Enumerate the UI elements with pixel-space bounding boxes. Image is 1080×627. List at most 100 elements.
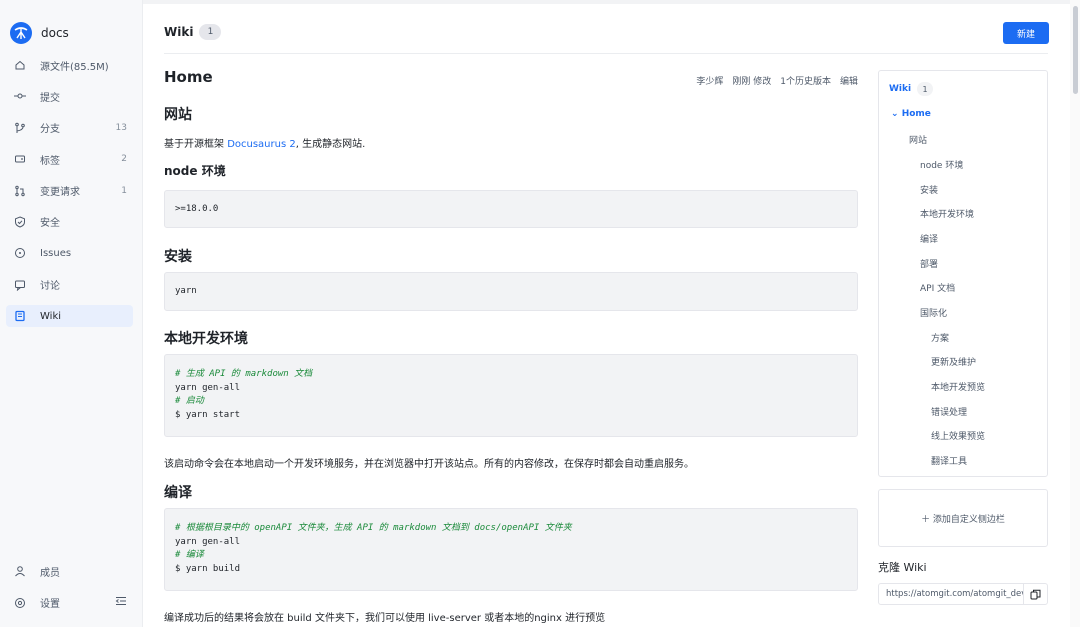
paragraph-local-dev: 该启动命令会在本地启动一个开发环境服务，并在浏览器中打开该站点。所有的内容修改，… [164,459,694,470]
toc-item[interactable]: 本地开发环境 [920,207,974,220]
sidebar-item-count: 13 [115,122,127,133]
repo-header[interactable]: docs [10,22,69,44]
doc-edited-time: 刚刚 修改 [732,77,772,87]
sidebar-item-label: 标签 [40,155,60,167]
sidebar-item-merge-requests[interactable]: 变更请求 1 [6,180,133,202]
paragraph-site-prefix: 基于开源框架 [164,139,224,150]
toc-item[interactable]: 网站 [909,133,927,146]
sidebar-item-source[interactable]: 源文件(85.5M) [6,54,133,76]
sidebar-item-count: 2 [121,154,127,165]
toc-item[interactable]: 本地开发预览 [931,380,985,393]
code-line: >=18.0.0 [175,204,219,214]
main-content: Wiki 1 新建 Home 李少辉 刚刚 修改 1个历史版本 编辑 网站 基于… [143,0,1070,627]
sidebar-nav: 源文件(85.5M) 提交 分支 13 标签 2 变更请求 1 安全 Issue… [6,54,133,337]
toc-item[interactable]: API 文档 [920,281,955,294]
sidebar-item-security[interactable]: 安全 [6,211,133,233]
heading-install: 安装 [164,249,192,265]
discussion-icon [14,279,26,291]
heading-node: node 环境 [164,164,226,178]
sidebar-item-label: 设置 [40,599,60,611]
toc-item[interactable]: 方案 [931,331,949,344]
doc-edit-link[interactable]: 编辑 [840,74,858,87]
toc-item[interactable]: 部署 [920,257,938,270]
settings-icon [14,597,26,609]
wiki-toc: Wiki 1 ⌄ Home 网站 node 环境 安装 本地开发环境 编译 部署… [878,70,1048,477]
scrollbar-thumb[interactable] [1073,6,1078,94]
code-line: $ yarn build [175,563,241,574]
chevron-down-icon: ⌄ [891,109,899,119]
clone-url-text[interactable]: https://atomgit.com/atomgit_dev [879,589,1023,599]
sidebar-item-label: 分支 [40,124,60,136]
sidebar-item-branches[interactable]: 分支 13 [6,117,133,139]
add-custom-sidebar-label: ＋ 添加自定义侧边栏 [921,514,1005,525]
sidebar-item-count: 1 [121,185,127,196]
clone-url-field[interactable]: https://atomgit.com/atomgit_dev [878,583,1048,605]
code-block-install[interactable]: yarn [164,272,858,311]
sidebar-item-issues[interactable]: Issues [6,242,133,264]
sidebar-item-discussions[interactable]: 讨论 [6,274,133,296]
code-comment: # 启动 [175,396,204,406]
toc-item[interactable]: 翻译工具 [931,454,967,467]
header-divider [164,53,1048,54]
branch-icon [14,122,26,134]
toc-header[interactable]: Wiki 1 [889,82,934,96]
sidebar-item-tags[interactable]: 标签 2 [6,148,133,170]
tag-icon [14,153,26,165]
code-block-build[interactable]: # 根据根目录中的 openAPI 文件夹，生成 API 的 markdown … [164,508,858,591]
sidebar-item-label: 提交 [40,92,60,104]
collapse-sidebar-icon[interactable] [115,595,127,610]
sidebar-item-label: 成员 [40,567,60,579]
top-strip [143,0,1070,4]
sidebar-item-label: Wiki [40,310,62,322]
page-header: Wiki 1 [164,24,222,40]
copy-icon[interactable] [1023,584,1047,604]
doc-history-link[interactable]: 1个历史版本 [780,74,831,87]
issues-icon [14,247,26,259]
heading-site: 网站 [164,107,192,123]
new-page-button[interactable]: 新建 [1003,22,1049,44]
code-line: yarn [175,286,197,296]
add-custom-sidebar-button[interactable]: ＋ 添加自定义侧边栏 [878,489,1048,547]
sidebar-item-wiki[interactable]: Wiki [6,305,133,328]
wiki-icon [14,310,26,322]
doc-author[interactable]: 李少辉 [696,74,723,87]
shield-icon [14,216,26,228]
page-scrollbar[interactable] [1070,0,1080,627]
code-block-local-dev[interactable]: # 生成 API 的 markdown 文档 yarn gen-all # 启动… [164,354,858,437]
code-comment: # 编译 [175,550,204,560]
doc-title: Home [164,68,213,86]
toc-item[interactable]: 国际化 [920,306,947,319]
toc-item[interactable]: 编译 [920,232,938,245]
sidebar-item-label: 安全 [40,218,60,230]
sidebar-item-label: 源文件(85.5M) [40,61,109,73]
heading-build: 编译 [164,485,192,501]
paragraph-build: 编译成功后的结果将会放在 build 文件夹下，我们可以使用 live-serv… [164,613,606,624]
code-line: $ yarn start [175,409,241,420]
code-comment: # 生成 API 的 markdown 文档 [175,369,313,379]
toc-item[interactable]: 线上效果预览 [931,429,985,442]
heading-local-dev: 本地开发环境 [164,331,248,347]
repo-logo-icon [10,22,32,44]
paragraph-site-suffix: , 生成静态网站. [295,139,366,150]
repo-name: docs [41,26,69,40]
home-icon [14,59,26,71]
paragraph-site: 基于开源框架 Docusaurus 2, 生成静态网站. [164,135,365,150]
clone-wiki-title: 克隆 Wiki [878,561,927,574]
toc-item-home[interactable]: ⌄ Home [891,109,931,119]
wiki-count-badge: 1 [199,24,222,40]
doc-meta: 李少辉 刚刚 修改 1个历史版本 编辑 [696,74,858,87]
sidebar-bottom: 成员 设置 [6,560,133,623]
docusaurus-link[interactable]: Docusaurus 2 [227,139,296,150]
toc-item[interactable]: node 环境 [920,158,963,171]
code-line: yarn gen-all [175,382,241,393]
sidebar-item-label: Issues [40,247,72,259]
sidebar-item-label: 变更请求 [40,187,80,199]
toc-item[interactable]: 更新及维护 [931,355,976,368]
sidebar-item-settings[interactable]: 设置 [6,592,133,614]
sidebar-item-commits[interactable]: 提交 [6,85,133,107]
toc-item[interactable]: 错误处理 [931,405,967,418]
toc-count-badge: 1 [917,82,934,96]
sidebar-item-members[interactable]: 成员 [6,560,133,582]
code-block-node[interactable]: >=18.0.0 [164,190,858,228]
toc-item[interactable]: 安装 [920,183,938,196]
